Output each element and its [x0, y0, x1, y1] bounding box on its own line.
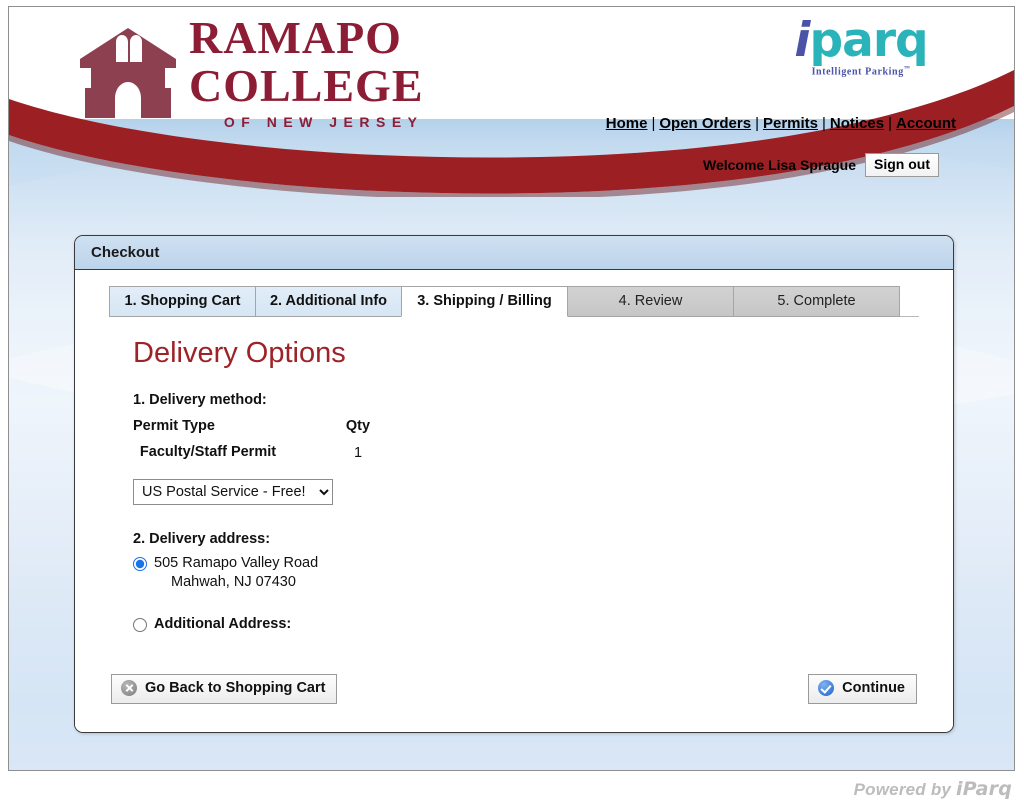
tab-review[interactable]: 4. Review [567, 286, 734, 317]
cell-qty: 1 [353, 444, 363, 461]
welcome-message: Welcome Lisa Sprague [702, 157, 856, 174]
address-line-1: 505 Ramapo Valley Road [154, 555, 319, 572]
table-row: Faculty/Staff Permit 1 [133, 440, 403, 465]
panel-body: 1. Shopping Cart 2. Additional Info 3. S… [75, 270, 953, 732]
check-circle-icon [818, 680, 835, 697]
top-navigation: Home | Open Orders | Permits | Notices | Account [606, 115, 956, 132]
tab-shipping-billing[interactable]: 3. Shipping / Billing [401, 286, 568, 317]
nav-separator: | [755, 115, 759, 132]
form-actions: Go Back to Shopping Cart Continue [111, 674, 917, 704]
nav-separator: | [651, 115, 656, 132]
sign-out-button[interactable]: Sign out [865, 153, 939, 178]
panel-title: Checkout [91, 244, 160, 261]
delivery-method-select[interactable]: US Postal Service - Free! [133, 479, 333, 506]
logo-line-3: OF NEW JERSEY [223, 114, 424, 130]
tab-shopping-cart[interactable]: 1. Shopping Cart [109, 286, 256, 317]
tab-complete[interactable]: 5. Complete [733, 286, 900, 317]
delivery-address-label: 2. Delivery address: [133, 531, 271, 548]
iparq-logo: iparq Intelligent Parking™ [781, 17, 941, 77]
nav-link-home[interactable]: Home [606, 115, 648, 132]
column-header-permit-type: Permit Type [133, 418, 215, 434]
powered-by-brand: iParq [955, 778, 1012, 800]
address-radio-primary[interactable] [133, 557, 147, 572]
powered-by-text: Powered by [853, 780, 956, 799]
iparq-letter-i: i [794, 13, 810, 68]
continue-button-label: Continue [842, 680, 905, 697]
table-header-row: Permit Type Qty [133, 416, 403, 440]
iparq-letters-parq: parq [809, 13, 928, 68]
additional-address-label: Additional Address: [154, 616, 292, 633]
delivery-address-block: 2. Delivery address: 505 Ramapo Valley R… [133, 531, 935, 633]
iparq-wordmark: iparq [781, 17, 941, 64]
column-header-qty: Qty [345, 418, 371, 434]
nav-separator: | [888, 115, 892, 132]
nav-link-notices[interactable]: Notices [830, 115, 884, 132]
arch-icon [80, 28, 176, 118]
delivery-method-label: 1. Delivery method: [133, 392, 267, 408]
nav-link-open-orders[interactable]: Open Orders [659, 115, 751, 132]
panel-header: Checkout [75, 236, 953, 270]
nav-link-permits[interactable]: Permits [763, 115, 818, 132]
page-title: Delivery Options [133, 337, 346, 369]
trademark-symbol: ™ [903, 66, 911, 72]
permit-table: Permit Type Qty Faculty/Staff Permit 1 [133, 416, 403, 465]
ramapo-college-logo: RAMAPO COLLEGE OF NEW JERSEY [77, 15, 424, 129]
logo-line-2: COLLEGE [189, 60, 424, 111]
checkout-panel: Checkout 1. Shopping Cart 2. Additional … [74, 235, 954, 733]
close-circle-icon [121, 680, 137, 697]
go-back-to-shopping-cart-button[interactable]: Go Back to Shopping Cart [111, 674, 338, 704]
go-back-button-label: Go Back to Shopping Cart [145, 680, 326, 697]
delivery-options-content: Delivery Options 1. Delivery method: Per… [93, 337, 935, 633]
tab-additional-info[interactable]: 2. Additional Info [255, 286, 402, 317]
continue-button[interactable]: Continue [808, 674, 917, 704]
account-bar: Welcome Lisa Sprague Sign out [702, 153, 939, 178]
nav-separator: | [822, 115, 826, 132]
address-radio-additional[interactable] [133, 618, 147, 633]
iparq-tagline-text: Intelligent Parking [811, 66, 904, 78]
nav-link-account[interactable]: Account [896, 115, 956, 132]
page-frame: RAMAPO COLLEGE OF NEW JERSEY iparq Intel… [8, 6, 1015, 771]
ramapo-wordmark: RAMAPO COLLEGE OF NEW JERSEY [189, 12, 424, 130]
address-option-additional[interactable]: Additional Address: [133, 616, 935, 633]
address-option-primary[interactable]: 505 Ramapo Valley Road [133, 555, 935, 572]
cell-permit-type: Faculty/Staff Permit [139, 444, 277, 460]
checkout-steps-tabs: 1. Shopping Cart 2. Additional Info 3. S… [109, 286, 935, 317]
page-root: RAMAPO COLLEGE OF NEW JERSEY iparq Intel… [0, 0, 1024, 811]
address-line-2: Mahwah, NJ 07430 [171, 574, 296, 591]
powered-by-footer: Powered by iParq [854, 778, 1012, 800]
logo-line-1: RAMAPO [189, 12, 402, 63]
